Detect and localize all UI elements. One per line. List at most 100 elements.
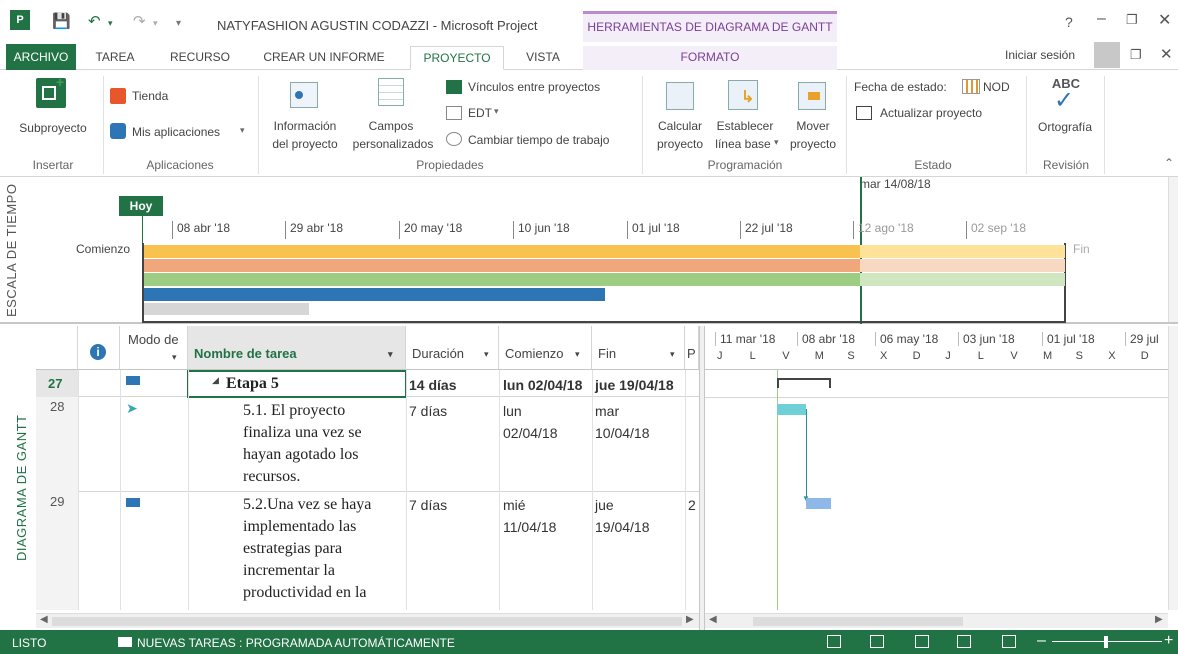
task-bar[interactable] bbox=[777, 404, 806, 415]
zoom-slider-thumb[interactable] bbox=[1104, 636, 1108, 648]
custom-fields-line2[interactable]: personalizados bbox=[346, 136, 440, 152]
tab-tarea[interactable]: TAREA bbox=[88, 46, 142, 70]
row-number[interactable]: 27 bbox=[36, 370, 78, 397]
new-tasks-mode[interactable]: NUEVAS TAREAS : PROGRAMADA AUTOMÁTICAMEN… bbox=[137, 636, 455, 650]
start-cell[interactable]: mié 11/04/18 bbox=[503, 494, 556, 538]
close-document-icon[interactable]: ✕ bbox=[1160, 45, 1173, 63]
change-work-time-button[interactable]: Cambiar tiempo de trabajo bbox=[468, 132, 609, 148]
summary-duration[interactable]: 14 días bbox=[409, 374, 456, 396]
team-planner-icon[interactable] bbox=[915, 635, 929, 648]
predecessors-header[interactable]: P bbox=[685, 326, 699, 370]
customize-toolbar-icon[interactable]: ▾ bbox=[176, 18, 181, 29]
task-name-line: productividad en la bbox=[243, 584, 367, 601]
scroll-right-icon[interactable]: ▶ bbox=[686, 614, 694, 625]
predecessor-cell[interactable]: 2 bbox=[688, 494, 698, 516]
subproject-button[interactable]: Subproyecto bbox=[13, 120, 93, 136]
finish-cell[interactable]: mar 10/04/18 bbox=[595, 400, 650, 444]
tab-recurso[interactable]: RECURSO bbox=[160, 46, 240, 70]
tab-vista[interactable]: VISTA bbox=[512, 46, 574, 70]
my-apps-button[interactable]: Mis aplicaciones bbox=[132, 124, 220, 140]
baseline-line1[interactable]: Establecer bbox=[712, 118, 778, 134]
update-project-button[interactable]: Actualizar proyecto bbox=[880, 105, 982, 121]
row-number[interactable]: 28 bbox=[36, 397, 78, 492]
task-name-cell[interactable]: 5.1. El proyecto finaliza una vez se hay… bbox=[243, 400, 362, 488]
minimize-icon[interactable]: – bbox=[1097, 10, 1106, 28]
gantt-horizontal-scrollbar[interactable]: ◀ ▶ bbox=[705, 613, 1168, 628]
project-links-button[interactable]: Vínculos entre proyectos bbox=[468, 79, 600, 95]
store-button[interactable]: Tienda bbox=[132, 88, 168, 104]
redo-dropdown-icon[interactable]: ▾ bbox=[153, 18, 158, 29]
mode-header[interactable]: Modo de ▾ bbox=[120, 326, 188, 370]
task-name-header[interactable]: Nombre de tarea ▾ bbox=[188, 326, 406, 370]
summary-bar[interactable] bbox=[777, 378, 831, 388]
summary-start[interactable]: lun 02/04/18 bbox=[503, 374, 582, 396]
summary-finish[interactable]: jue 19/04/18 bbox=[595, 374, 674, 396]
calculate-line2[interactable]: proyecto bbox=[650, 136, 710, 152]
duration-header[interactable]: Duración ▾ bbox=[406, 326, 499, 370]
save-icon[interactable]: 💾 bbox=[52, 12, 71, 30]
chevron-down-icon[interactable]: ▾ bbox=[388, 349, 393, 360]
start-header[interactable]: Comienzo ▾ bbox=[499, 326, 592, 370]
spelling-button[interactable]: Ortografía bbox=[1030, 119, 1100, 135]
scroll-left-icon[interactable]: ◀ bbox=[40, 614, 48, 625]
chevron-down-icon[interactable]: ▾ bbox=[774, 137, 779, 148]
row-number-header[interactable] bbox=[36, 326, 78, 370]
zoom-out-icon[interactable]: – bbox=[1037, 632, 1046, 650]
timeline-bar-blue[interactable] bbox=[144, 288, 605, 301]
signin-link[interactable]: Iniciar sesión bbox=[1005, 48, 1075, 62]
restore-icon[interactable]: ❐ bbox=[1126, 12, 1138, 28]
custom-fields-line1[interactable]: Campos bbox=[350, 118, 432, 134]
scroll-left-icon[interactable]: ◀ bbox=[709, 614, 717, 625]
chevron-down-icon[interactable]: ▾ bbox=[494, 106, 499, 117]
chevron-down-icon[interactable]: ▾ bbox=[240, 125, 245, 136]
avatar[interactable] bbox=[1094, 42, 1120, 68]
chevron-down-icon[interactable]: ▾ bbox=[575, 349, 580, 360]
project-info-line2[interactable]: del proyecto bbox=[262, 136, 348, 152]
view-splitter[interactable] bbox=[699, 326, 705, 630]
move-line2[interactable]: proyecto bbox=[784, 136, 842, 152]
tab-archivo[interactable]: ARCHIVO bbox=[6, 44, 76, 70]
tab-formato[interactable]: FORMATO bbox=[583, 46, 837, 70]
tab-crear-informe[interactable]: CREAR UN INFORME bbox=[254, 46, 394, 70]
task-bar[interactable] bbox=[806, 498, 831, 509]
chevron-down-icon[interactable]: ▾ bbox=[172, 349, 177, 365]
undo-dropdown-icon[interactable]: ▾ bbox=[108, 18, 113, 29]
wbs-button[interactable]: EDT bbox=[468, 105, 492, 121]
timeline-bar-gray[interactable] bbox=[144, 303, 309, 315]
duration-cell[interactable]: 7 días bbox=[409, 400, 447, 422]
duration-cell[interactable]: 7 días bbox=[409, 494, 447, 516]
baseline-line2[interactable]: línea base bbox=[712, 136, 774, 152]
table-horizontal-scrollbar[interactable]: ◀ ▶ bbox=[36, 613, 699, 628]
gantt-view-icon[interactable] bbox=[827, 635, 841, 648]
calculate-line1[interactable]: Calcular bbox=[650, 118, 710, 134]
status-date-value[interactable]: NOD bbox=[983, 79, 1010, 95]
undo-icon[interactable]: ↶ bbox=[88, 12, 101, 30]
finish-header[interactable]: Fin ▾ bbox=[592, 326, 685, 370]
info-header[interactable]: i bbox=[78, 326, 120, 370]
move-line1[interactable]: Mover bbox=[786, 118, 840, 134]
task-usage-icon[interactable] bbox=[870, 635, 884, 648]
chevron-down-icon[interactable]: ▾ bbox=[670, 349, 675, 360]
collapse-triangle-icon[interactable]: ◢ bbox=[212, 375, 219, 386]
ribbon-display-icon[interactable]: ❐ bbox=[1130, 47, 1142, 63]
task-name-cell[interactable]: 5.2.Una vez se haya implementado las est… bbox=[243, 494, 371, 610]
summary-task-name[interactable]: Etapa 5 bbox=[226, 373, 279, 395]
chevron-down-icon[interactable]: ▾ bbox=[484, 349, 489, 360]
task-name-line: finaliza una vez se bbox=[243, 424, 362, 441]
gantt-vertical-scrollbar[interactable] bbox=[1168, 326, 1178, 610]
timeline-scrollbar[interactable] bbox=[1168, 177, 1178, 322]
selected-cell[interactable] bbox=[187, 370, 407, 398]
collapse-ribbon-icon[interactable]: ⌃ bbox=[1164, 156, 1174, 170]
help-icon[interactable]: ? bbox=[1065, 14, 1073, 30]
resource-sheet-icon[interactable] bbox=[957, 635, 971, 648]
tab-proyecto[interactable]: PROYECTO bbox=[410, 46, 504, 70]
start-cell[interactable]: lun 02/04/18 bbox=[503, 400, 558, 444]
redo-icon[interactable]: ↷ bbox=[133, 12, 146, 30]
project-info-line1[interactable]: Información bbox=[262, 118, 348, 134]
zoom-in-icon[interactable]: + bbox=[1164, 632, 1173, 650]
finish-cell[interactable]: jue 19/04/18 bbox=[595, 494, 650, 538]
close-icon[interactable]: ✕ bbox=[1158, 10, 1171, 30]
report-icon[interactable] bbox=[1002, 635, 1016, 648]
scroll-right-icon[interactable]: ▶ bbox=[1155, 614, 1163, 625]
row-number[interactable]: 29 bbox=[36, 492, 78, 610]
